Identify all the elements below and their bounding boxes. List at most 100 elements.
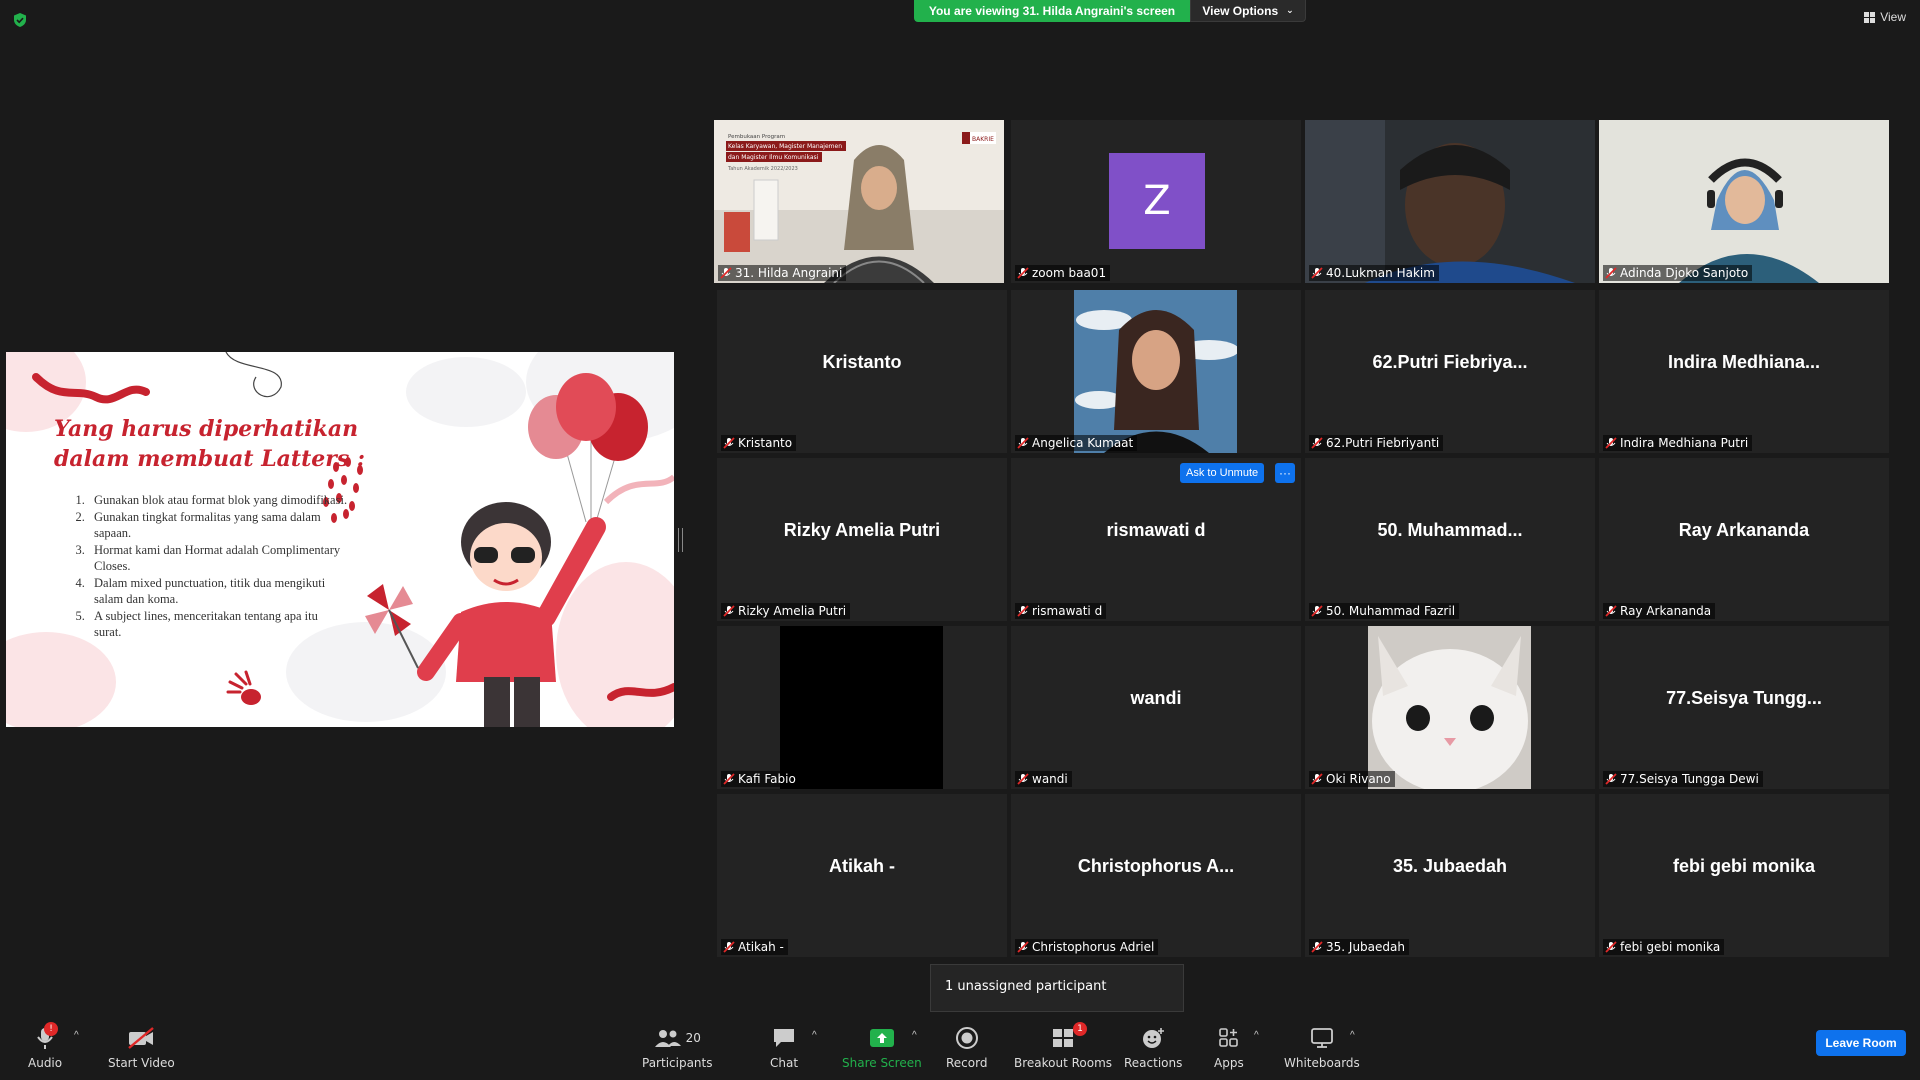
- participant-tile[interactable]: 40.Lukman Hakim: [1305, 120, 1595, 283]
- breakout-rooms-icon: [1053, 1029, 1074, 1047]
- slide-title: Yang harus diperhatikan dalam membuat La…: [54, 416, 365, 472]
- participant-display-name: febi gebi monika: [1672, 856, 1816, 876]
- participant-tile[interactable]: Z zoom baa01: [1011, 120, 1301, 283]
- participant-name-label: Indira Medhiana Putri: [1603, 435, 1753, 451]
- security-shield-icon[interactable]: [12, 12, 28, 28]
- participant-name-label: Rizky Amelia Putri: [721, 603, 851, 619]
- mic-muted-icon: [1605, 267, 1617, 279]
- participant-tile[interactable]: Kristanto Kristanto: [717, 290, 1007, 453]
- mic-muted-icon: [723, 773, 735, 785]
- participant-name-label: zoom baa01: [1015, 265, 1111, 281]
- whiteboard-options-caret-icon[interactable]: ^: [1350, 1030, 1355, 1041]
- share-options-caret-icon[interactable]: ^: [912, 1030, 917, 1041]
- breakout-rooms-badge: 1: [1073, 1022, 1088, 1036]
- participant-display-name: Christophorus A...: [1077, 856, 1235, 876]
- hilda-video-frame: BAKRIE Pembukaan Program Kelas Karyawan,…: [714, 120, 1004, 283]
- slide-item: Gunakan blok atau format blok yang dimod…: [88, 492, 348, 509]
- record-button[interactable]: Record: [946, 1024, 987, 1070]
- participant-video: [1599, 120, 1889, 283]
- participant-name: 62.Putri Fiebriyanti: [1326, 436, 1440, 450]
- reactions-icon: [1143, 1028, 1165, 1048]
- participant-name-label: 31. Hilda Angraini: [718, 265, 847, 281]
- participant-video: [1368, 626, 1531, 789]
- shared-screen[interactable]: Yang harus diperhatikan dalam membuat La…: [6, 352, 674, 727]
- more-options-button[interactable]: ···: [1275, 463, 1295, 483]
- participant-display-name: 50. Muhammad...: [1377, 520, 1523, 540]
- mic-muted-icon: [1605, 437, 1617, 449]
- participant-tile[interactable]: Christophorus A... Christophorus Adriel: [1011, 794, 1301, 957]
- participants-button[interactable]: 20 Participants: [642, 1024, 713, 1070]
- participant-tile[interactable]: Oki Rivano: [1305, 626, 1595, 789]
- view-options-button[interactable]: View Options ⌄: [1190, 0, 1306, 22]
- hilda-slide-text: Tahun Akademik 2022/2023: [727, 166, 798, 172]
- participant-tile[interactable]: 62.Putri Fiebriya... 62.Putri Fiebriyant…: [1305, 290, 1595, 453]
- participant-tile[interactable]: Adinda Djoko Sanjoto: [1599, 120, 1889, 283]
- mic-muted-icon: [1605, 773, 1617, 785]
- whiteboard-icon: [1310, 1028, 1333, 1048]
- hilda-slide-text: dan Magister Ilmu Komunikasi: [728, 154, 819, 161]
- whiteboards-button[interactable]: Whiteboards: [1284, 1024, 1360, 1070]
- participant-tile[interactable]: Kafi Fabio: [717, 626, 1007, 789]
- chevron-down-icon: ⌄: [1286, 5, 1294, 15]
- participant-name: Angelica Kumaat: [1032, 436, 1134, 450]
- breakout-rooms-button[interactable]: 1 Breakout Rooms: [1014, 1022, 1112, 1070]
- participant-display-name: Indira Medhiana...: [1667, 352, 1821, 372]
- participant-name: febi gebi monika: [1620, 940, 1721, 954]
- participant-name-label: Oki Rivano: [1309, 771, 1395, 787]
- mic-muted-icon: [1311, 605, 1323, 617]
- participant-display-name: 62.Putri Fiebriya...: [1372, 352, 1528, 372]
- participants-icon: [654, 1030, 681, 1047]
- audio-options-caret-icon[interactable]: ^: [74, 1030, 79, 1041]
- participant-tile[interactable]: 35. Jubaedah 35. Jubaedah: [1305, 794, 1595, 957]
- chat-options-caret-icon[interactable]: ^: [812, 1030, 817, 1041]
- chat-button[interactable]: Chat: [770, 1024, 798, 1070]
- start-video-button[interactable]: Start Video: [108, 1024, 175, 1070]
- apps-button[interactable]: Apps: [1214, 1024, 1244, 1070]
- participant-name: Adinda Djoko Sanjoto: [1620, 266, 1749, 280]
- mic-muted-icon: [720, 267, 732, 279]
- participant-tile[interactable]: febi gebi monika febi gebi monika: [1599, 794, 1889, 957]
- share-screen-icon: [869, 1029, 894, 1047]
- participant-display-name: Rizky Amelia Putri: [783, 520, 941, 540]
- whiteboards-label: Whiteboards: [1284, 1056, 1360, 1070]
- slide-item: Gunakan tingkat formalitas yang sama dal…: [88, 509, 348, 542]
- participant-name-label: Atikah -: [721, 939, 788, 955]
- participant-name: 77.Seisya Tungga Dewi: [1620, 772, 1759, 786]
- participant-name: Rizky Amelia Putri: [738, 604, 847, 618]
- view-button[interactable]: View: [1864, 10, 1906, 24]
- audio-button[interactable]: ! Audio: [28, 1022, 62, 1070]
- mic-muted-icon: [723, 605, 735, 617]
- reactions-button[interactable]: Reactions: [1124, 1024, 1182, 1070]
- mic-muted-icon: [1311, 941, 1323, 953]
- record-label: Record: [946, 1056, 988, 1070]
- participant-tile[interactable]: wandi wandi: [1011, 626, 1301, 789]
- participant-tile[interactable]: Atikah - Atikah -: [717, 794, 1007, 957]
- ask-to-unmute-button[interactable]: Ask to Unmute: [1180, 463, 1265, 483]
- participant-display-name: rismawati d: [1106, 520, 1206, 540]
- participant-name: Kristanto: [738, 436, 793, 450]
- participant-tile[interactable]: Rizky Amelia Putri Rizky Amelia Putri: [717, 458, 1007, 621]
- participant-video: [1074, 290, 1237, 453]
- share-screen-button[interactable]: Share Screen: [842, 1024, 922, 1070]
- apps-options-caret-icon[interactable]: ^: [1254, 1030, 1259, 1041]
- participant-tile[interactable]: BAKRIE Pembukaan Program Kelas Karyawan,…: [714, 120, 1004, 283]
- participant-tile[interactable]: Indira Medhiana... Indira Medhiana Putri: [1599, 290, 1889, 453]
- view-options-label: View Options: [1202, 3, 1279, 18]
- mic-muted-icon: [1017, 773, 1029, 785]
- mic-muted-icon: [1017, 437, 1029, 449]
- participant-tile[interactable]: Ray Arkananda Ray Arkananda: [1599, 458, 1889, 621]
- participant-tile[interactable]: 50. Muhammad... 50. Muhammad Fazril: [1305, 458, 1595, 621]
- split-resize-handle[interactable]: [678, 528, 683, 552]
- participant-tile[interactable]: Angelica Kumaat: [1011, 290, 1301, 453]
- mic-muted-icon: [723, 941, 735, 953]
- unassigned-participant-tooltip[interactable]: 1 unassigned participant: [930, 964, 1184, 1012]
- mic-muted-icon: [1017, 267, 1029, 279]
- participant-tile[interactable]: 77.Seisya Tungg... 77.Seisya Tungga Dewi: [1599, 626, 1889, 789]
- slide-item: Dalam mixed punctuation, titik dua mengi…: [88, 575, 348, 608]
- participant-name: Indira Medhiana Putri: [1620, 436, 1749, 450]
- leave-room-button[interactable]: Leave Room: [1816, 1030, 1906, 1056]
- participant-avatar: Z: [1109, 153, 1205, 249]
- participant-name-label: wandi: [1015, 771, 1072, 787]
- participant-name: 35. Jubaedah: [1326, 940, 1405, 954]
- hilda-slide-logo: BAKRIE: [972, 136, 994, 143]
